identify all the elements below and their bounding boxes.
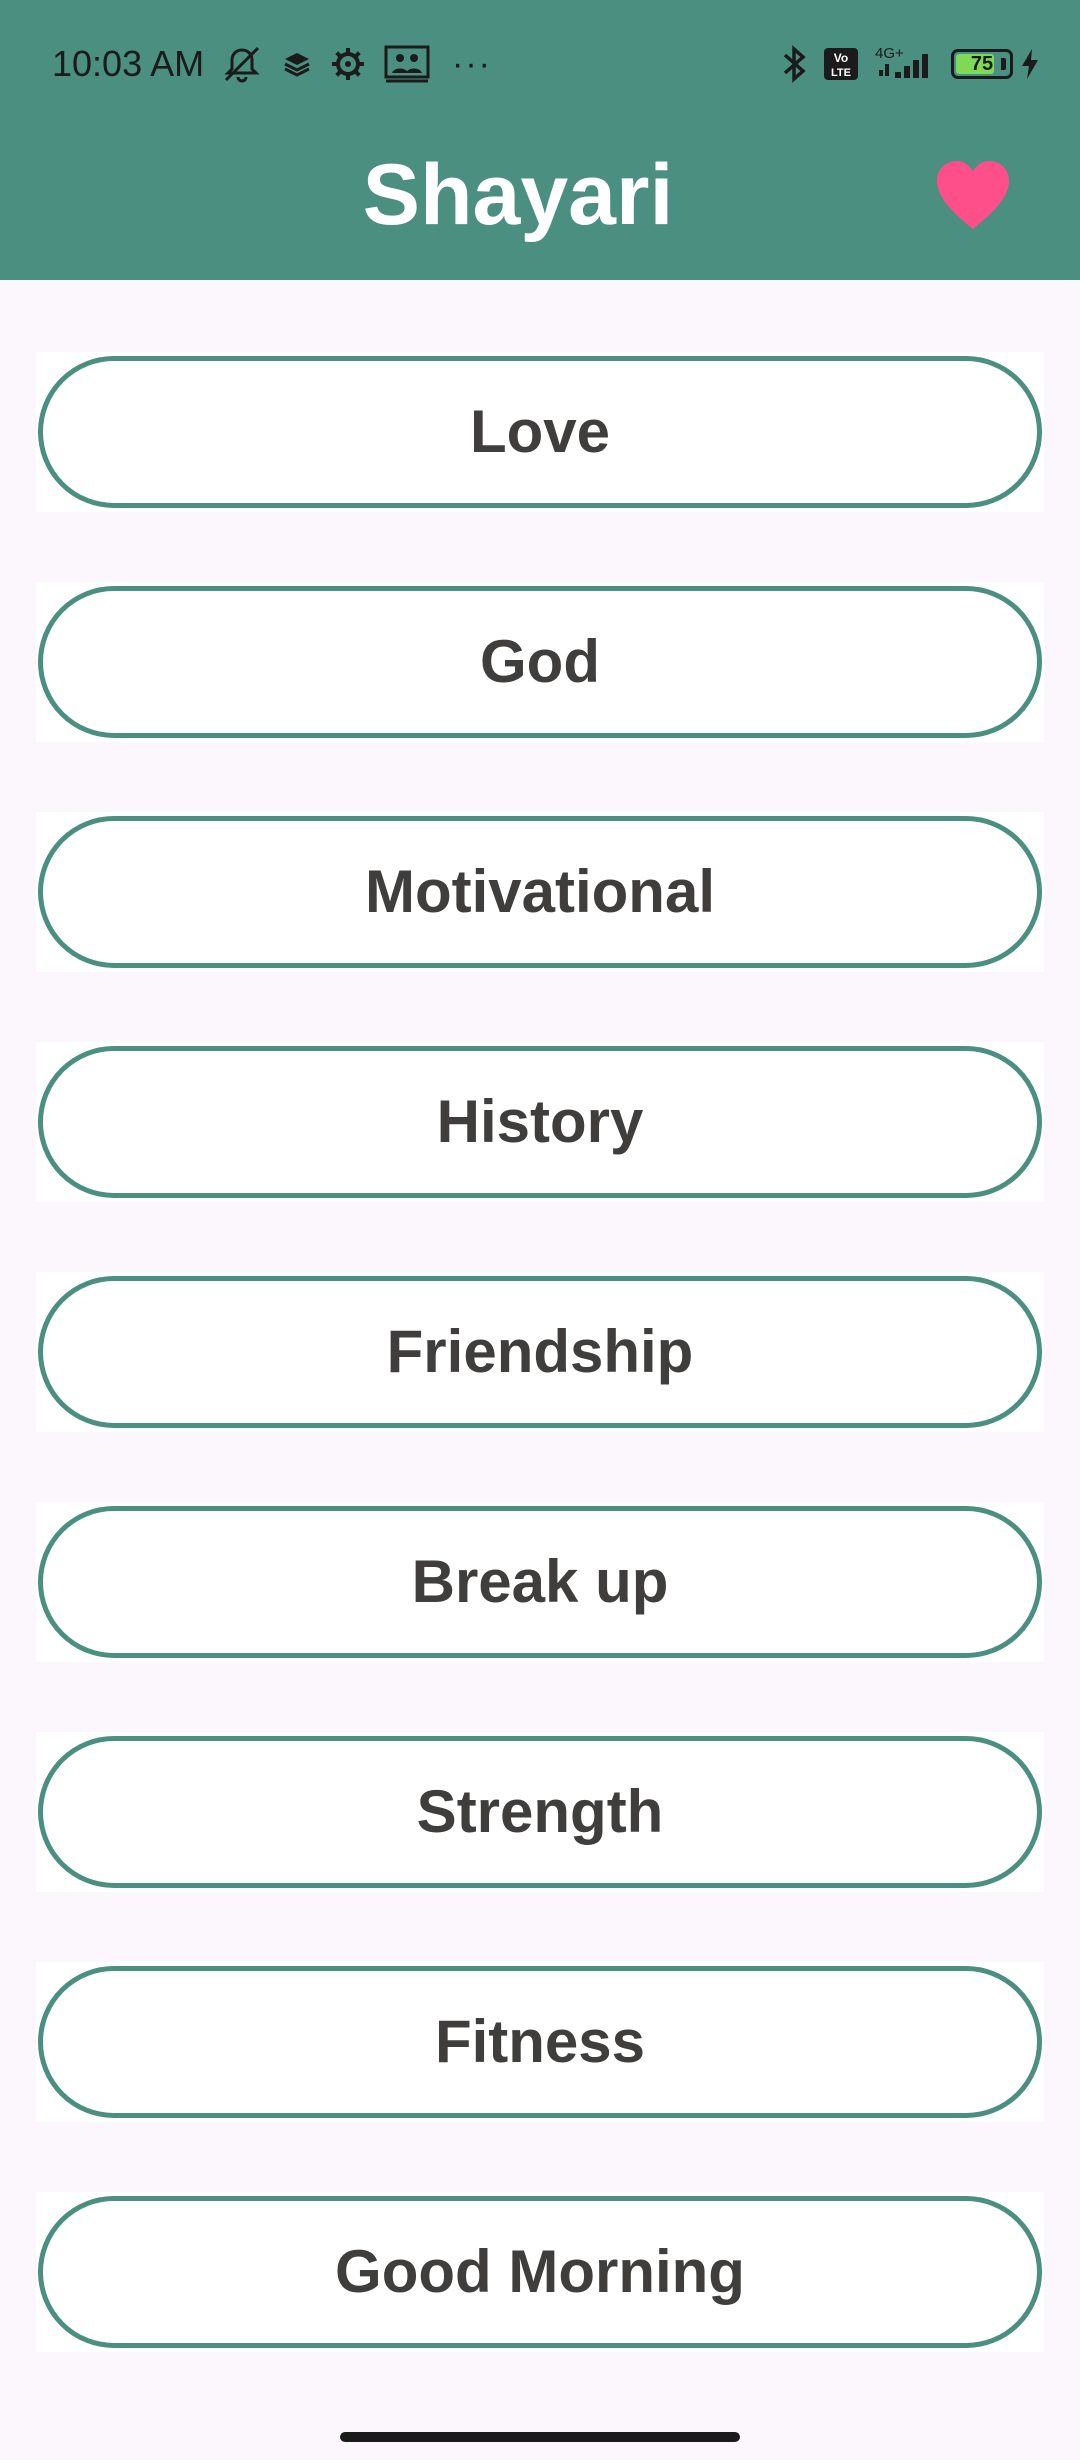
category-button[interactable]: God <box>38 586 1042 738</box>
category-button[interactable]: History <box>38 1046 1042 1198</box>
layers-icon <box>282 44 312 84</box>
page-title: Shayari <box>362 147 674 243</box>
volte-icon: Vo LTE <box>823 44 859 84</box>
svg-text:LTE: LTE <box>831 67 851 79</box>
category-button[interactable]: Fitness <box>38 1966 1042 2118</box>
category-label: Fitness <box>434 2008 646 2075</box>
category-button[interactable]: Strength <box>38 1736 1042 1888</box>
favorites-button[interactable] <box>928 150 1018 240</box>
heart-icon <box>937 161 1009 229</box>
more-notifications-icon: ··· <box>452 45 492 83</box>
status-time: 10:03 AM <box>52 43 205 84</box>
category-button[interactable]: Break up <box>38 1506 1042 1658</box>
gesture-navigation-handle[interactable] <box>340 2432 740 2442</box>
status-left-icons: ··· <box>220 44 492 84</box>
category-button[interactable]: Love <box>38 356 1042 508</box>
network-type-label: 4G+ <box>875 45 904 62</box>
list-item: Strength <box>36 1732 1044 1892</box>
list-item: Break up <box>36 1502 1044 1662</box>
status-right-icons: Vo LTE 4G+ 75 <box>781 44 1040 84</box>
category-label: God <box>480 628 600 695</box>
list-item: God <box>36 582 1044 742</box>
category-label: Friendship <box>386 1318 694 1385</box>
category-label: Strength <box>416 1778 664 1845</box>
category-label: Love <box>469 398 611 465</box>
charging-icon <box>1020 44 1040 84</box>
list-item: Good Morning <box>36 2192 1044 2352</box>
category-button[interactable]: Good Morning <box>38 2196 1042 2348</box>
gallery-icon <box>384 44 430 84</box>
app-bar: 10:03 AM ··· Vo LTE 4G+ 75 Shayari <box>0 0 1080 280</box>
bluetooth-icon <box>781 44 809 84</box>
list-item: Motivational <box>36 812 1044 972</box>
category-button[interactable]: Friendship <box>38 1276 1042 1428</box>
category-label: Break up <box>411 1548 669 1615</box>
gear-icon <box>330 44 366 84</box>
list-item: History <box>36 1042 1044 1202</box>
signal-icon: 4G+ <box>873 44 937 84</box>
list-item: Love <box>36 352 1044 512</box>
svg-text:Vo: Vo <box>834 51 848 65</box>
battery-percentage: 75 <box>970 53 994 75</box>
category-label: Motivational <box>364 858 715 925</box>
category-label: History <box>436 1088 644 1155</box>
battery-icon: 75 <box>951 44 1013 84</box>
status-bar: 10:03 AM ··· Vo LTE 4G+ 75 <box>0 0 1080 130</box>
list-item: Fitness <box>36 1962 1044 2122</box>
list-item: Friendship <box>36 1272 1044 1432</box>
muted-bell-icon <box>220 44 264 84</box>
category-label: Good Morning <box>335 2238 745 2305</box>
category-button[interactable]: Motivational <box>38 816 1042 968</box>
